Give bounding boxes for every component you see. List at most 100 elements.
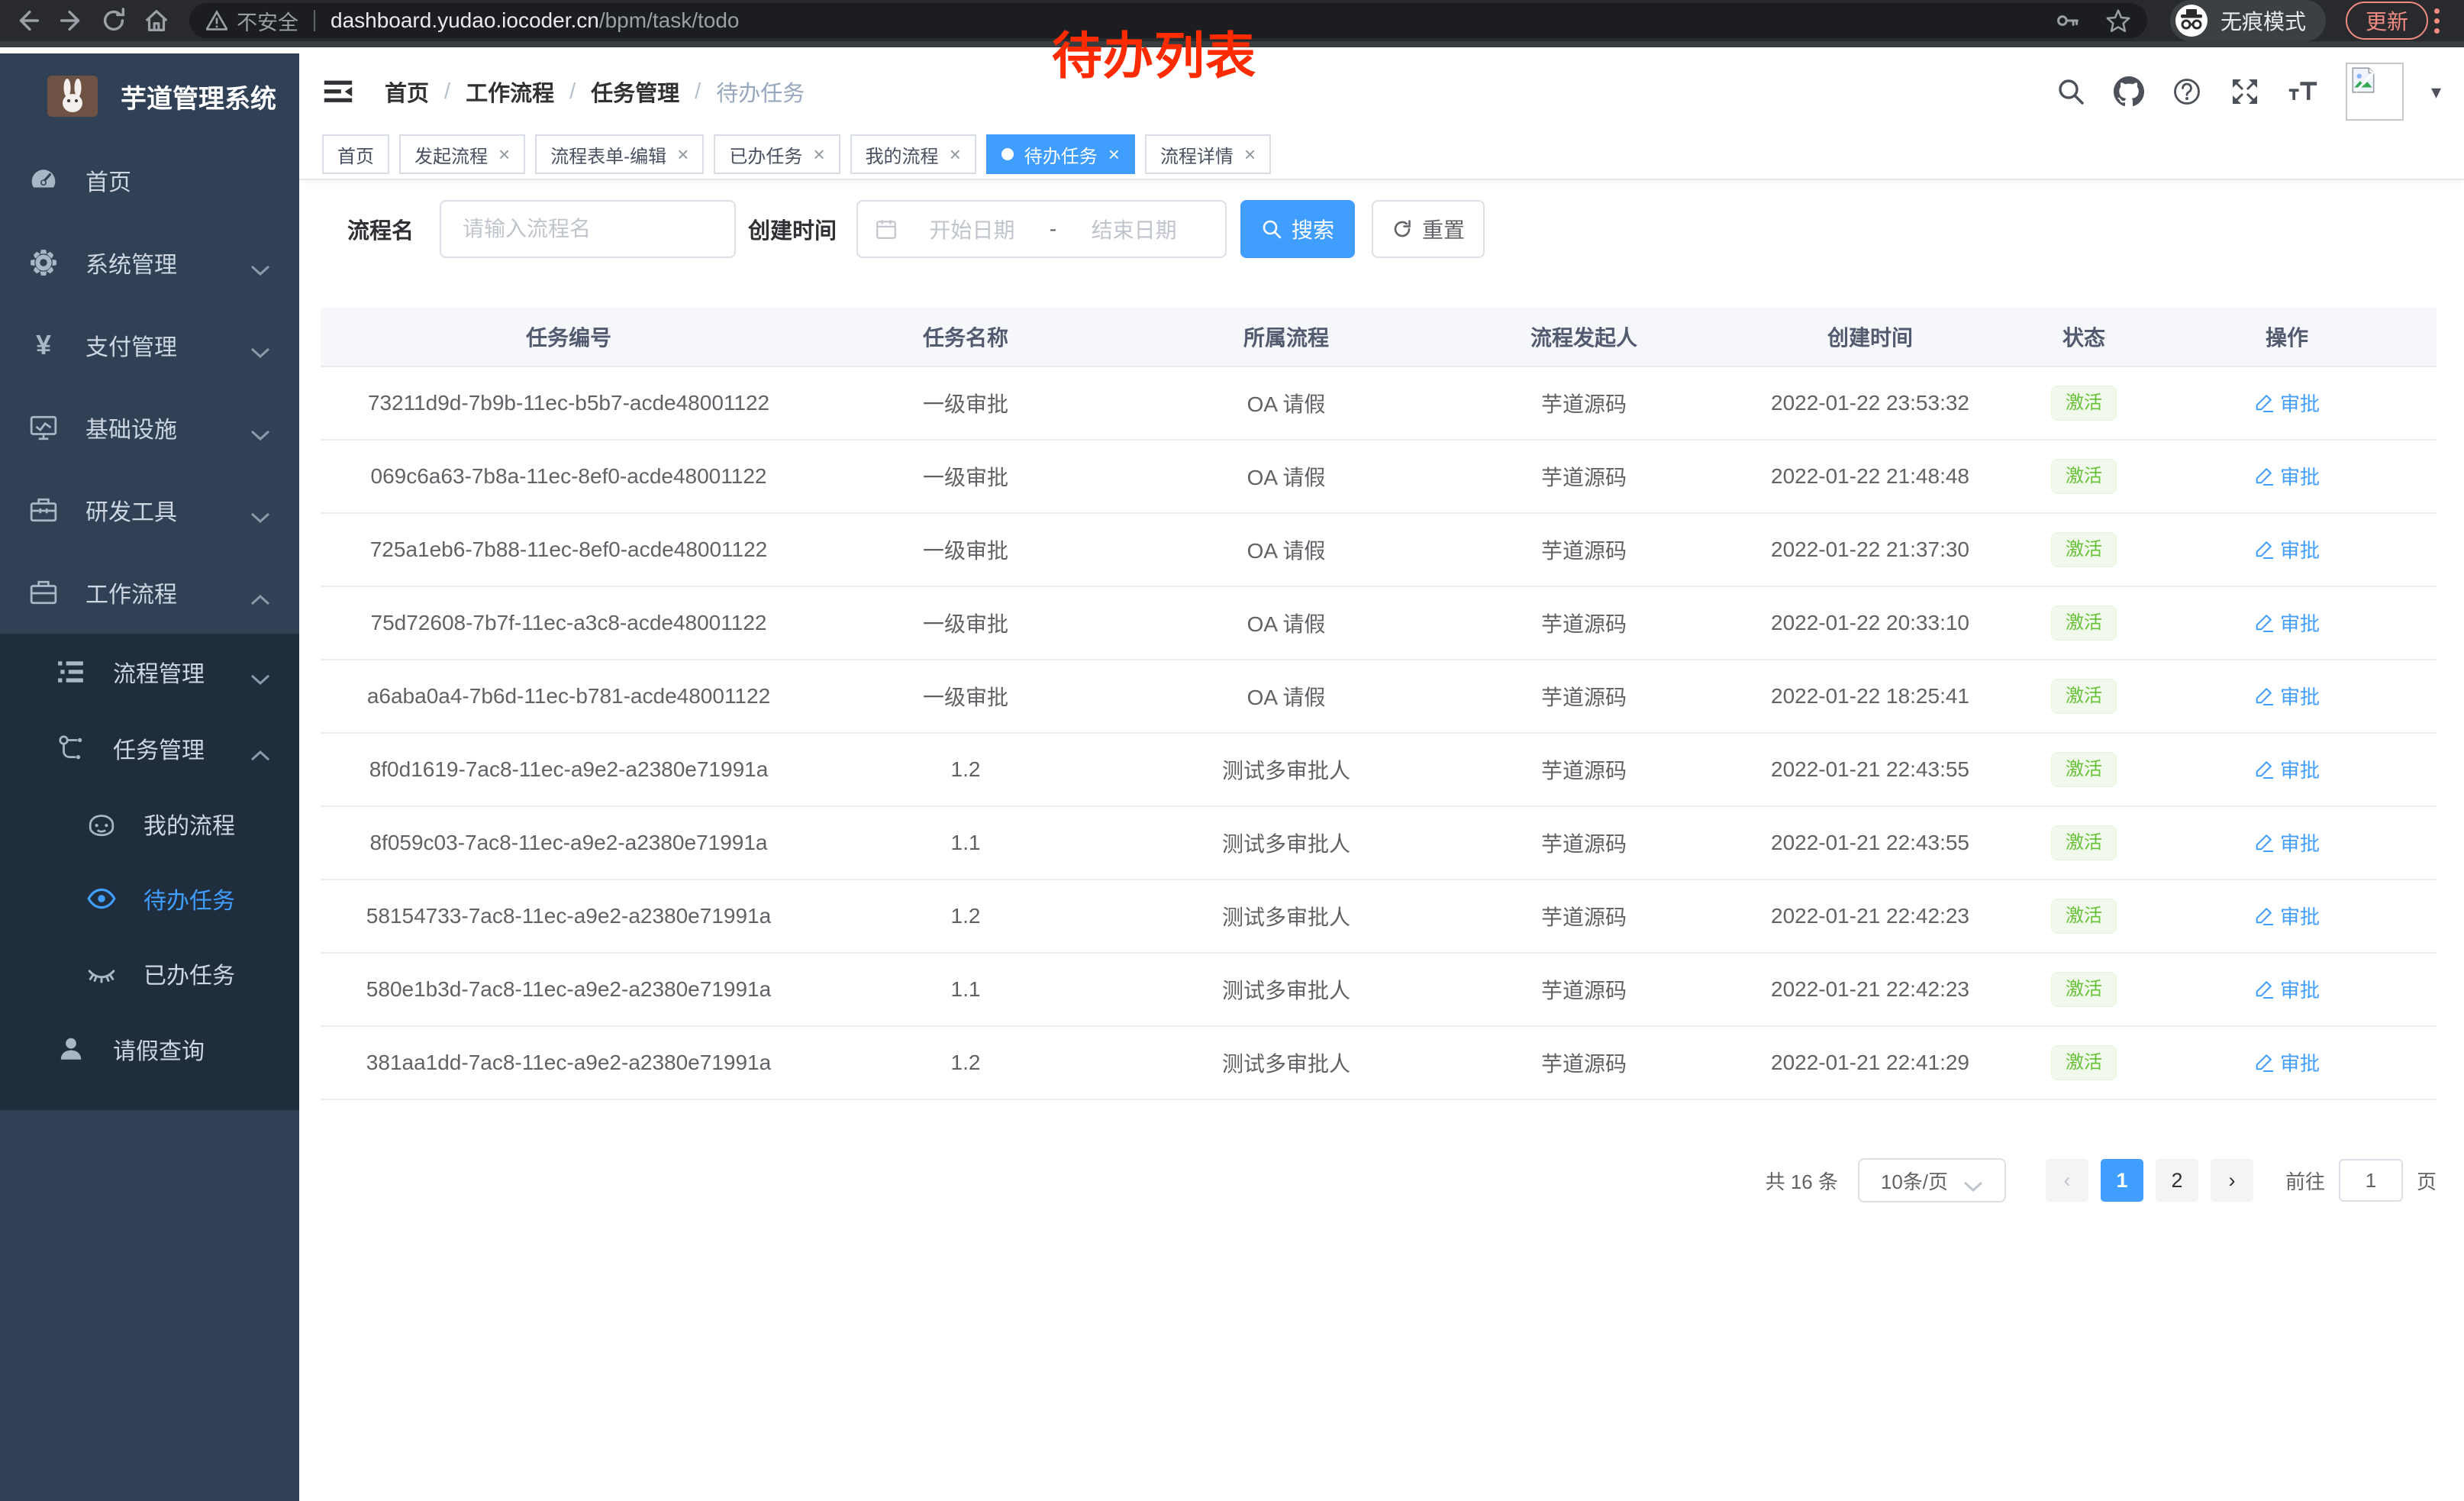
view-tab[interactable]: 首页 xyxy=(322,134,389,174)
status-badge: 激活 xyxy=(2051,386,2117,421)
search-button-label: 搜索 xyxy=(1292,214,1334,244)
status-badge: 激活 xyxy=(2051,825,2117,861)
forward-icon[interactable] xyxy=(56,6,85,35)
search-button-icon xyxy=(1261,218,1282,240)
sidebar-logo-row[interactable]: 芋道管理系统 xyxy=(0,53,299,139)
help-icon[interactable] xyxy=(2172,76,2202,107)
reset-button[interactable]: 重置 xyxy=(1372,200,1485,258)
font-size-icon[interactable] xyxy=(2288,76,2318,107)
tab-label: 首页 xyxy=(337,141,374,168)
page-button-1[interactable]: 1 xyxy=(2101,1159,2143,1202)
close-icon[interactable]: × xyxy=(950,144,961,164)
sidebar-item-payment[interactable]: ¥ 支付管理 xyxy=(0,304,299,386)
approve-link[interactable]: 审批 xyxy=(2254,755,2320,783)
date-range-picker[interactable]: 开始日期 - 结束日期 xyxy=(856,200,1227,258)
approve-link[interactable]: 审批 xyxy=(2254,608,2320,637)
column-header-created: 创建时间 xyxy=(1710,321,2030,352)
end-date-placeholder[interactable]: 结束日期 xyxy=(1059,214,1208,244)
home-icon[interactable] xyxy=(142,6,171,35)
next-page-button[interactable]: › xyxy=(2211,1159,2253,1202)
close-icon[interactable]: × xyxy=(1244,144,1256,164)
sidebar-item-my-process[interactable]: 我的流程 xyxy=(0,786,299,861)
cell-starter: 芋道源码 xyxy=(1458,754,1710,785)
approve-link-label: 审批 xyxy=(2280,1048,2320,1077)
browser-menu-icon[interactable] xyxy=(2434,8,2440,34)
approve-link[interactable]: 审批 xyxy=(2254,902,2320,930)
back-icon[interactable] xyxy=(14,6,43,35)
search-icon[interactable] xyxy=(2056,76,2086,107)
sidebar-item-infrastructure[interactable]: 基础设施 xyxy=(0,386,299,469)
view-tab[interactable]: 流程详情 × xyxy=(1145,134,1271,174)
sidebar-item-task-mgmt[interactable]: 任务管理 xyxy=(0,710,299,786)
sidebar-item-system[interactable]: 系统管理 xyxy=(0,221,299,304)
view-tab[interactable]: 待办任务 × xyxy=(986,134,1135,174)
view-tab[interactable]: 我的流程 × xyxy=(850,134,976,174)
tab-label: 流程表单-编辑 xyxy=(550,141,666,168)
search-button[interactable]: 搜索 xyxy=(1240,200,1355,258)
cell-status: 激活 xyxy=(2030,459,2137,495)
close-icon[interactable]: × xyxy=(813,144,824,164)
sidebar-item-devtools[interactable]: 研发工具 xyxy=(0,469,299,551)
password-key-icon[interactable] xyxy=(2056,8,2080,33)
avatar[interactable] xyxy=(2346,63,2404,121)
url-text[interactable]: dashboard.yudao.iocoder.cn/bpm/task/todo xyxy=(331,8,739,33)
sidebar-item-process-mgmt[interactable]: 流程管理 xyxy=(0,634,299,710)
close-icon[interactable]: × xyxy=(677,144,689,164)
tab-label: 流程详情 xyxy=(1160,141,1234,168)
table-row: a6aba0a4-7b6d-11ec-b781-acde48001122 一级审… xyxy=(321,660,2437,734)
sidebar-item-todo-tasks[interactable]: 待办任务 xyxy=(0,861,299,936)
avatar-caret-icon[interactable]: ▾ xyxy=(2431,80,2441,104)
edit-pencil-icon xyxy=(2254,466,2274,486)
sidebar-item-leave-query[interactable]: 请假查询 xyxy=(0,1011,299,1087)
breadcrumb-task-mgmt[interactable]: 任务管理 xyxy=(591,76,679,108)
sidebar-item-workflow[interactable]: 工作流程 xyxy=(0,551,299,634)
edit-pencil-icon xyxy=(2254,612,2274,632)
cell-task-id: 73211d9d-7b9b-11ec-b5b7-acde48001122 xyxy=(321,391,817,415)
page-button-2[interactable]: 2 xyxy=(2156,1159,2198,1202)
breadcrumb-home[interactable]: 首页 xyxy=(385,76,429,108)
approve-link[interactable]: 审批 xyxy=(2254,975,2320,1003)
approve-link[interactable]: 审批 xyxy=(2254,682,2320,710)
date-range-separator: - xyxy=(1047,217,1059,241)
sidebar-item-home[interactable]: 首页 xyxy=(0,139,299,221)
page-size-value: 10条/页 xyxy=(1881,1167,1948,1195)
process-name-input[interactable] xyxy=(440,200,736,258)
reload-icon[interactable] xyxy=(99,6,128,35)
approve-link[interactable]: 审批 xyxy=(2254,462,2320,490)
view-tab[interactable]: 已办任务 × xyxy=(714,134,840,174)
start-date-placeholder[interactable]: 开始日期 xyxy=(898,214,1047,244)
todo-table: 任务编号 任务名称 所属流程 流程发起人 创建时间 状态 操作 73211d9d… xyxy=(321,308,2437,1100)
active-tab-dot xyxy=(1001,148,1014,160)
cell-task-id: 725a1eb6-7b88-11ec-8ef0-acde48001122 xyxy=(321,537,817,562)
table-row: 8f059c03-7ac8-11ec-a9e2-a2380e71991a 1.1… xyxy=(321,807,2437,880)
bookmark-star-icon[interactable] xyxy=(2106,8,2130,33)
eye-icon xyxy=(87,884,116,913)
approve-link[interactable]: 审批 xyxy=(2254,1048,2320,1077)
flow-icon xyxy=(56,734,85,763)
fullscreen-icon[interactable] xyxy=(2230,76,2260,107)
cell-status: 激活 xyxy=(2030,1045,2137,1081)
page-size-select[interactable]: 10条/页 xyxy=(1858,1158,2006,1202)
browser-update-button[interactable]: 更新 xyxy=(2346,2,2428,40)
view-tab[interactable]: 流程表单-编辑 × xyxy=(535,134,704,174)
chevron-up-icon xyxy=(250,586,270,599)
approve-link[interactable]: 审批 xyxy=(2254,389,2320,417)
sidebar-item-done-tasks[interactable]: 已办任务 xyxy=(0,936,299,1011)
approve-link[interactable]: 审批 xyxy=(2254,535,2320,563)
cell-actions: 审批 xyxy=(2137,828,2437,858)
view-tab[interactable]: 发起流程 × xyxy=(399,134,525,174)
url-domain: dashboard.yudao.iocoder.cn xyxy=(331,8,599,32)
cell-process: OA 请假 xyxy=(1114,681,1458,712)
cell-created: 2022-01-21 22:42:23 xyxy=(1710,904,2030,928)
tab-label: 已办任务 xyxy=(729,141,802,168)
edit-pencil-icon xyxy=(2254,686,2274,705)
close-icon[interactable]: × xyxy=(1108,144,1120,164)
prev-page-button[interactable]: ‹ xyxy=(2046,1159,2088,1202)
breadcrumb-workflow[interactable]: 工作流程 xyxy=(466,76,554,108)
approve-link[interactable]: 审批 xyxy=(2254,828,2320,857)
goto-page-input[interactable] xyxy=(2339,1159,2403,1202)
cell-task-id: 58154733-7ac8-11ec-a9e2-a2380e71991a xyxy=(321,904,817,928)
github-icon[interactable] xyxy=(2114,76,2144,107)
sidebar-collapse-icon[interactable] xyxy=(321,74,356,109)
close-icon[interactable]: × xyxy=(498,144,510,164)
